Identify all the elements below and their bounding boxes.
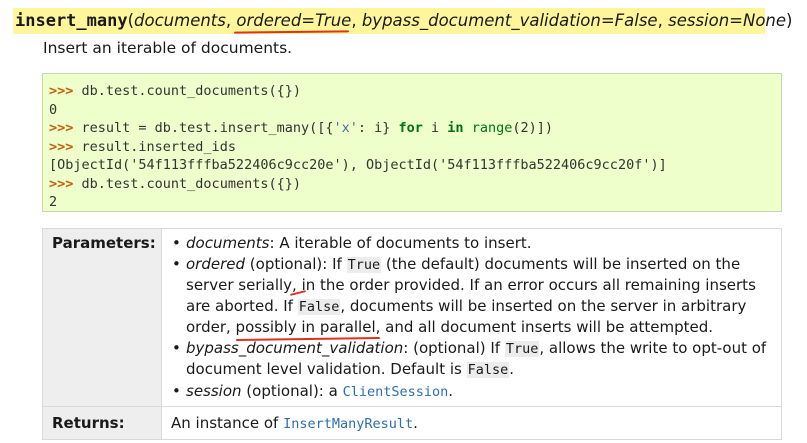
- code-keyword: for: [398, 120, 423, 136]
- param-item-bypass-document-validation: bypass_document_validation: (optional) I…: [172, 338, 773, 381]
- param-text: .: [448, 381, 454, 400]
- repl-prompt: >>>: [49, 120, 74, 136]
- code-builtin: range: [471, 120, 513, 136]
- literal-false: False: [466, 362, 510, 378]
- param-text: , and all document inserts will be attem…: [375, 318, 714, 336]
- code-line: result.inserted_ids: [73, 138, 236, 155]
- param-text: .: [509, 360, 515, 378]
- code-example: >>> db.test.count_documents({}) 0 >>> re…: [42, 73, 782, 212]
- param-text: (optional): a: [241, 381, 343, 400]
- code-output: 0: [49, 101, 58, 118]
- literal-true: True: [504, 340, 540, 357]
- code-line: i: [422, 120, 448, 136]
- returns-row: Returns: An instance of InsertManyResult…: [42, 406, 782, 440]
- code-line: result = db.test.insert_many([{: [73, 120, 334, 136]
- close-paren: ): [786, 11, 793, 30]
- code-line: : i}: [357, 120, 399, 136]
- param-name: bypass_document_validation: [186, 338, 404, 357]
- parameter-list: documents: A iterable of documents to in…: [171, 233, 773, 402]
- param-name: documents: [186, 234, 270, 252]
- code-line: db.test.count_documents({}): [73, 175, 301, 192]
- repl-prompt: >>>: [49, 175, 74, 192]
- param-separator: ,: [351, 11, 362, 30]
- param-separator: ,: [225, 11, 237, 30]
- parameters-label: Parameters:: [42, 228, 162, 407]
- returns-label: Returns:: [42, 406, 162, 440]
- literal-true: True: [346, 256, 382, 273]
- parameters-body: documents: A iterable of documents to in…: [161, 228, 782, 407]
- code-output: 2: [49, 194, 58, 210]
- param-text: (optional): If: [245, 254, 347, 273]
- param-ordered-underlined: ordered=True: [236, 11, 352, 30]
- code-output: [ObjectId('54f113fffba522406c9cc20e'), O…: [49, 157, 667, 173]
- param-text: : (optional) If: [403, 338, 505, 357]
- parameters-row: Parameters: documents: A iterable of doc…: [42, 228, 782, 407]
- returns-text: An instance of: [171, 414, 284, 432]
- code-line: db.test.count_documents({}): [73, 83, 301, 99]
- param-item-session: session (optional): a ClientSession.: [172, 381, 773, 403]
- underlined-phrase: possibly in parallel: [235, 318, 376, 336]
- returns-body: An instance of InsertManyResult.: [161, 406, 782, 440]
- function-name: insert_many: [15, 11, 128, 31]
- param-documents: documents: [134, 11, 226, 30]
- field-list: Parameters: documents: A iterable of doc…: [42, 228, 782, 440]
- literal-false-marked: False: [297, 298, 341, 315]
- returns-text: .: [413, 414, 418, 432]
- param-item-ordered: ordered (optional): If True (the default…: [172, 254, 773, 338]
- repl-prompt: >>>: [49, 83, 74, 99]
- insert-many-result-link[interactable]: InsertManyResult: [283, 416, 413, 432]
- code-string: 'x': [333, 120, 358, 136]
- param-session: session=None: [668, 11, 787, 30]
- code-keyword: in: [447, 120, 464, 136]
- param-name: session: [186, 381, 242, 400]
- code-line: (2)]): [512, 120, 553, 136]
- param-bypass-document-validation: bypass_document_validation=False: [361, 11, 658, 30]
- repl-prompt: >>>: [49, 138, 74, 155]
- param-item-documents: documents: A iterable of documents to in…: [172, 233, 773, 254]
- function-description: Insert an iterable of documents.: [43, 39, 293, 57]
- function-signature: insert_many(documents, ordered=True, byp…: [13, 8, 792, 34]
- param-text: : A iterable of documents to insert.: [269, 234, 532, 252]
- param-separator: ,: [657, 11, 669, 30]
- client-session-link[interactable]: ClientSession: [343, 384, 449, 400]
- param-name: ordered: [186, 254, 246, 273]
